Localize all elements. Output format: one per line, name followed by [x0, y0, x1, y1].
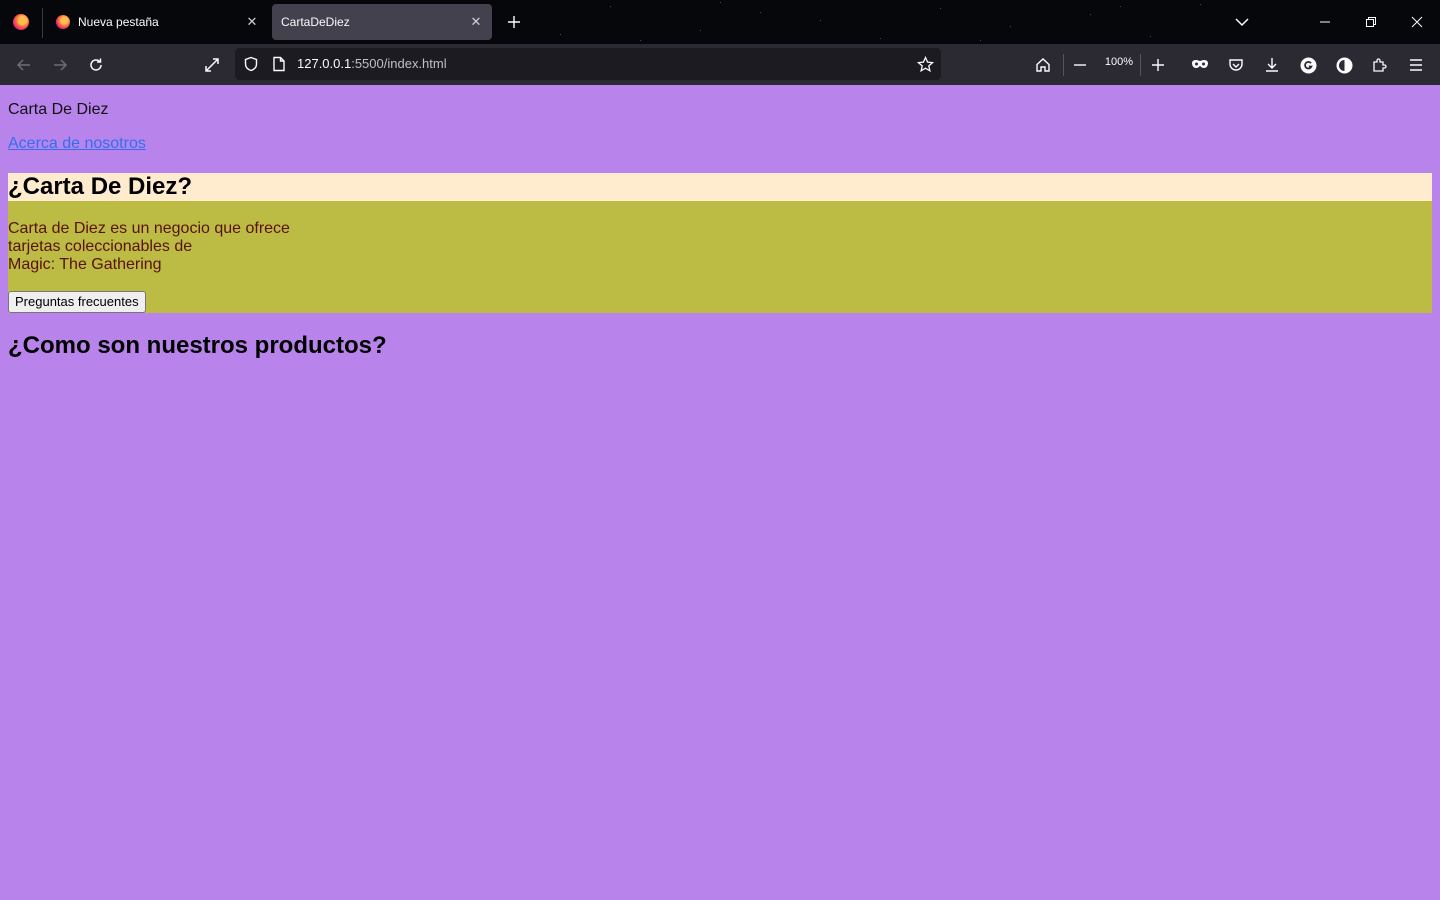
star-dot: [1090, 14, 1091, 15]
tracking-protection-button[interactable]: [236, 49, 266, 79]
star-dot: [610, 6, 611, 7]
restore-button[interactable]: [1348, 0, 1394, 44]
shield-icon: [244, 56, 258, 72]
fullscreen-button[interactable]: [197, 50, 227, 80]
dark-reader-icon: [1336, 57, 1352, 73]
star-dot: [1150, 36, 1151, 37]
tab-cartadediez[interactable]: CartaDeDiez ✕: [272, 4, 492, 40]
hamburger-icon: [1410, 59, 1422, 71]
url-path: :5500/index.html: [351, 56, 447, 71]
downloads-button[interactable]: [1257, 50, 1287, 80]
zoom-reset-button[interactable]: 100%: [1100, 56, 1138, 68]
star-dot: [760, 12, 761, 13]
star-dot: [820, 20, 821, 21]
browser-window: Nueva pestaña ✕ CartaDeDiez ✕ 127.0.0.1:…: [0, 0, 1440, 900]
back-button[interactable]: [9, 50, 39, 80]
star-dot: [940, 8, 941, 9]
page-content: Carta De Diez Acerca de nosotros ¿Carta …: [0, 85, 1440, 900]
zoom-out-button[interactable]: [1065, 50, 1095, 80]
list-all-tabs-button[interactable]: [1230, 10, 1254, 34]
navigation-toolbar: 127.0.0.1:5500/index.html 100%: [0, 44, 1440, 85]
tab-strip: Nueva pestaña ✕ CartaDeDiez ✕: [0, 0, 1440, 44]
reload-button[interactable]: [81, 50, 111, 80]
reload-icon: [90, 58, 102, 71]
products-heading: ¿Como son nuestros productos?: [8, 332, 387, 359]
close-icon: [1411, 16, 1423, 28]
hero-description-line: Magic: The Gathering: [8, 256, 162, 273]
plus-icon: [508, 16, 520, 28]
close-tab-icon[interactable]: ✕: [464, 10, 488, 34]
grammarly-button[interactable]: [1293, 50, 1323, 80]
chevron-down-icon: [1235, 18, 1249, 27]
dark-reader-button[interactable]: [1329, 50, 1359, 80]
pocket-icon: [1229, 59, 1243, 71]
toolbar-separator: [1140, 54, 1141, 76]
hero-title: ¿Carta De Diez?: [8, 173, 193, 200]
mask-icon: [1192, 60, 1208, 68]
tab-separator: [42, 8, 43, 38]
faq-button[interactable]: Preguntas frecuentes: [8, 291, 146, 313]
new-tab-button[interactable]: [502, 10, 526, 34]
star-dot: [980, 40, 981, 41]
firefox-menu-button[interactable]: [0, 0, 42, 44]
address-bar[interactable]: 127.0.0.1:5500/index.html: [235, 48, 941, 80]
about-us-link[interactable]: Acerca de nosotros: [8, 135, 146, 153]
tab-title: CartaDeDiez: [281, 15, 350, 29]
app-menu-button[interactable]: [1401, 50, 1431, 80]
star-dot: [560, 34, 561, 35]
hero-title-band: ¿Carta De Diez?: [8, 173, 1432, 201]
site-name: Carta De Diez: [8, 101, 109, 118]
page-info-button[interactable]: [264, 49, 294, 79]
expand-icon: [205, 58, 219, 72]
pocket-button[interactable]: [1221, 50, 1251, 80]
puzzle-icon: [1373, 58, 1387, 72]
bookmark-button[interactable]: [910, 49, 940, 79]
hero-description-line: Carta de Diez es un negocio que ofrece: [8, 220, 290, 237]
arrow-left-icon: [16, 59, 30, 71]
toolbar-separator: [1063, 54, 1064, 76]
hero-description-line: tarjetas coleccionables de: [8, 238, 193, 255]
extensions-button[interactable]: [1365, 50, 1395, 80]
forward-button[interactable]: [45, 50, 75, 80]
firefox-logo-icon: [13, 14, 29, 30]
star-dot: [720, 2, 721, 3]
download-icon: [1266, 58, 1278, 72]
star-dot: [880, 38, 881, 39]
page-icon: [273, 56, 285, 72]
firefox-favicon-icon: [56, 15, 70, 29]
hero-description: Carta de Diez es un negocio que ofrece t…: [8, 220, 290, 274]
plus-icon: [1152, 59, 1164, 71]
star-dot: [700, 30, 701, 31]
restore-icon: [1366, 17, 1376, 27]
arrow-right-icon: [54, 59, 68, 71]
url-host: 127.0.0.1: [297, 56, 352, 71]
tab-title: Nueva pestaña: [78, 15, 159, 29]
close-tab-icon[interactable]: ✕: [240, 10, 264, 34]
close-window-button[interactable]: [1394, 0, 1440, 44]
zoom-in-button[interactable]: [1143, 50, 1173, 80]
minimize-button[interactable]: [1302, 0, 1348, 44]
home-icon: [1036, 58, 1050, 72]
tab-nueva-pestana[interactable]: Nueva pestaña ✕: [46, 4, 268, 40]
grammarly-icon: [1300, 57, 1316, 73]
star-dot: [640, 40, 641, 41]
star-dot: [1120, 6, 1121, 7]
star-dot: [1010, 26, 1011, 27]
hero-section: Carta de Diez es un negocio que ofrece t…: [8, 201, 1432, 313]
star-dot: [1200, 4, 1201, 5]
url-text[interactable]: 127.0.0.1:5500/index.html: [297, 56, 447, 71]
home-button[interactable]: [1028, 50, 1058, 80]
star-icon: [916, 55, 934, 72]
private-browsing-button[interactable]: [1185, 50, 1215, 80]
minimize-icon: [1320, 21, 1330, 23]
minus-icon: [1074, 64, 1086, 66]
